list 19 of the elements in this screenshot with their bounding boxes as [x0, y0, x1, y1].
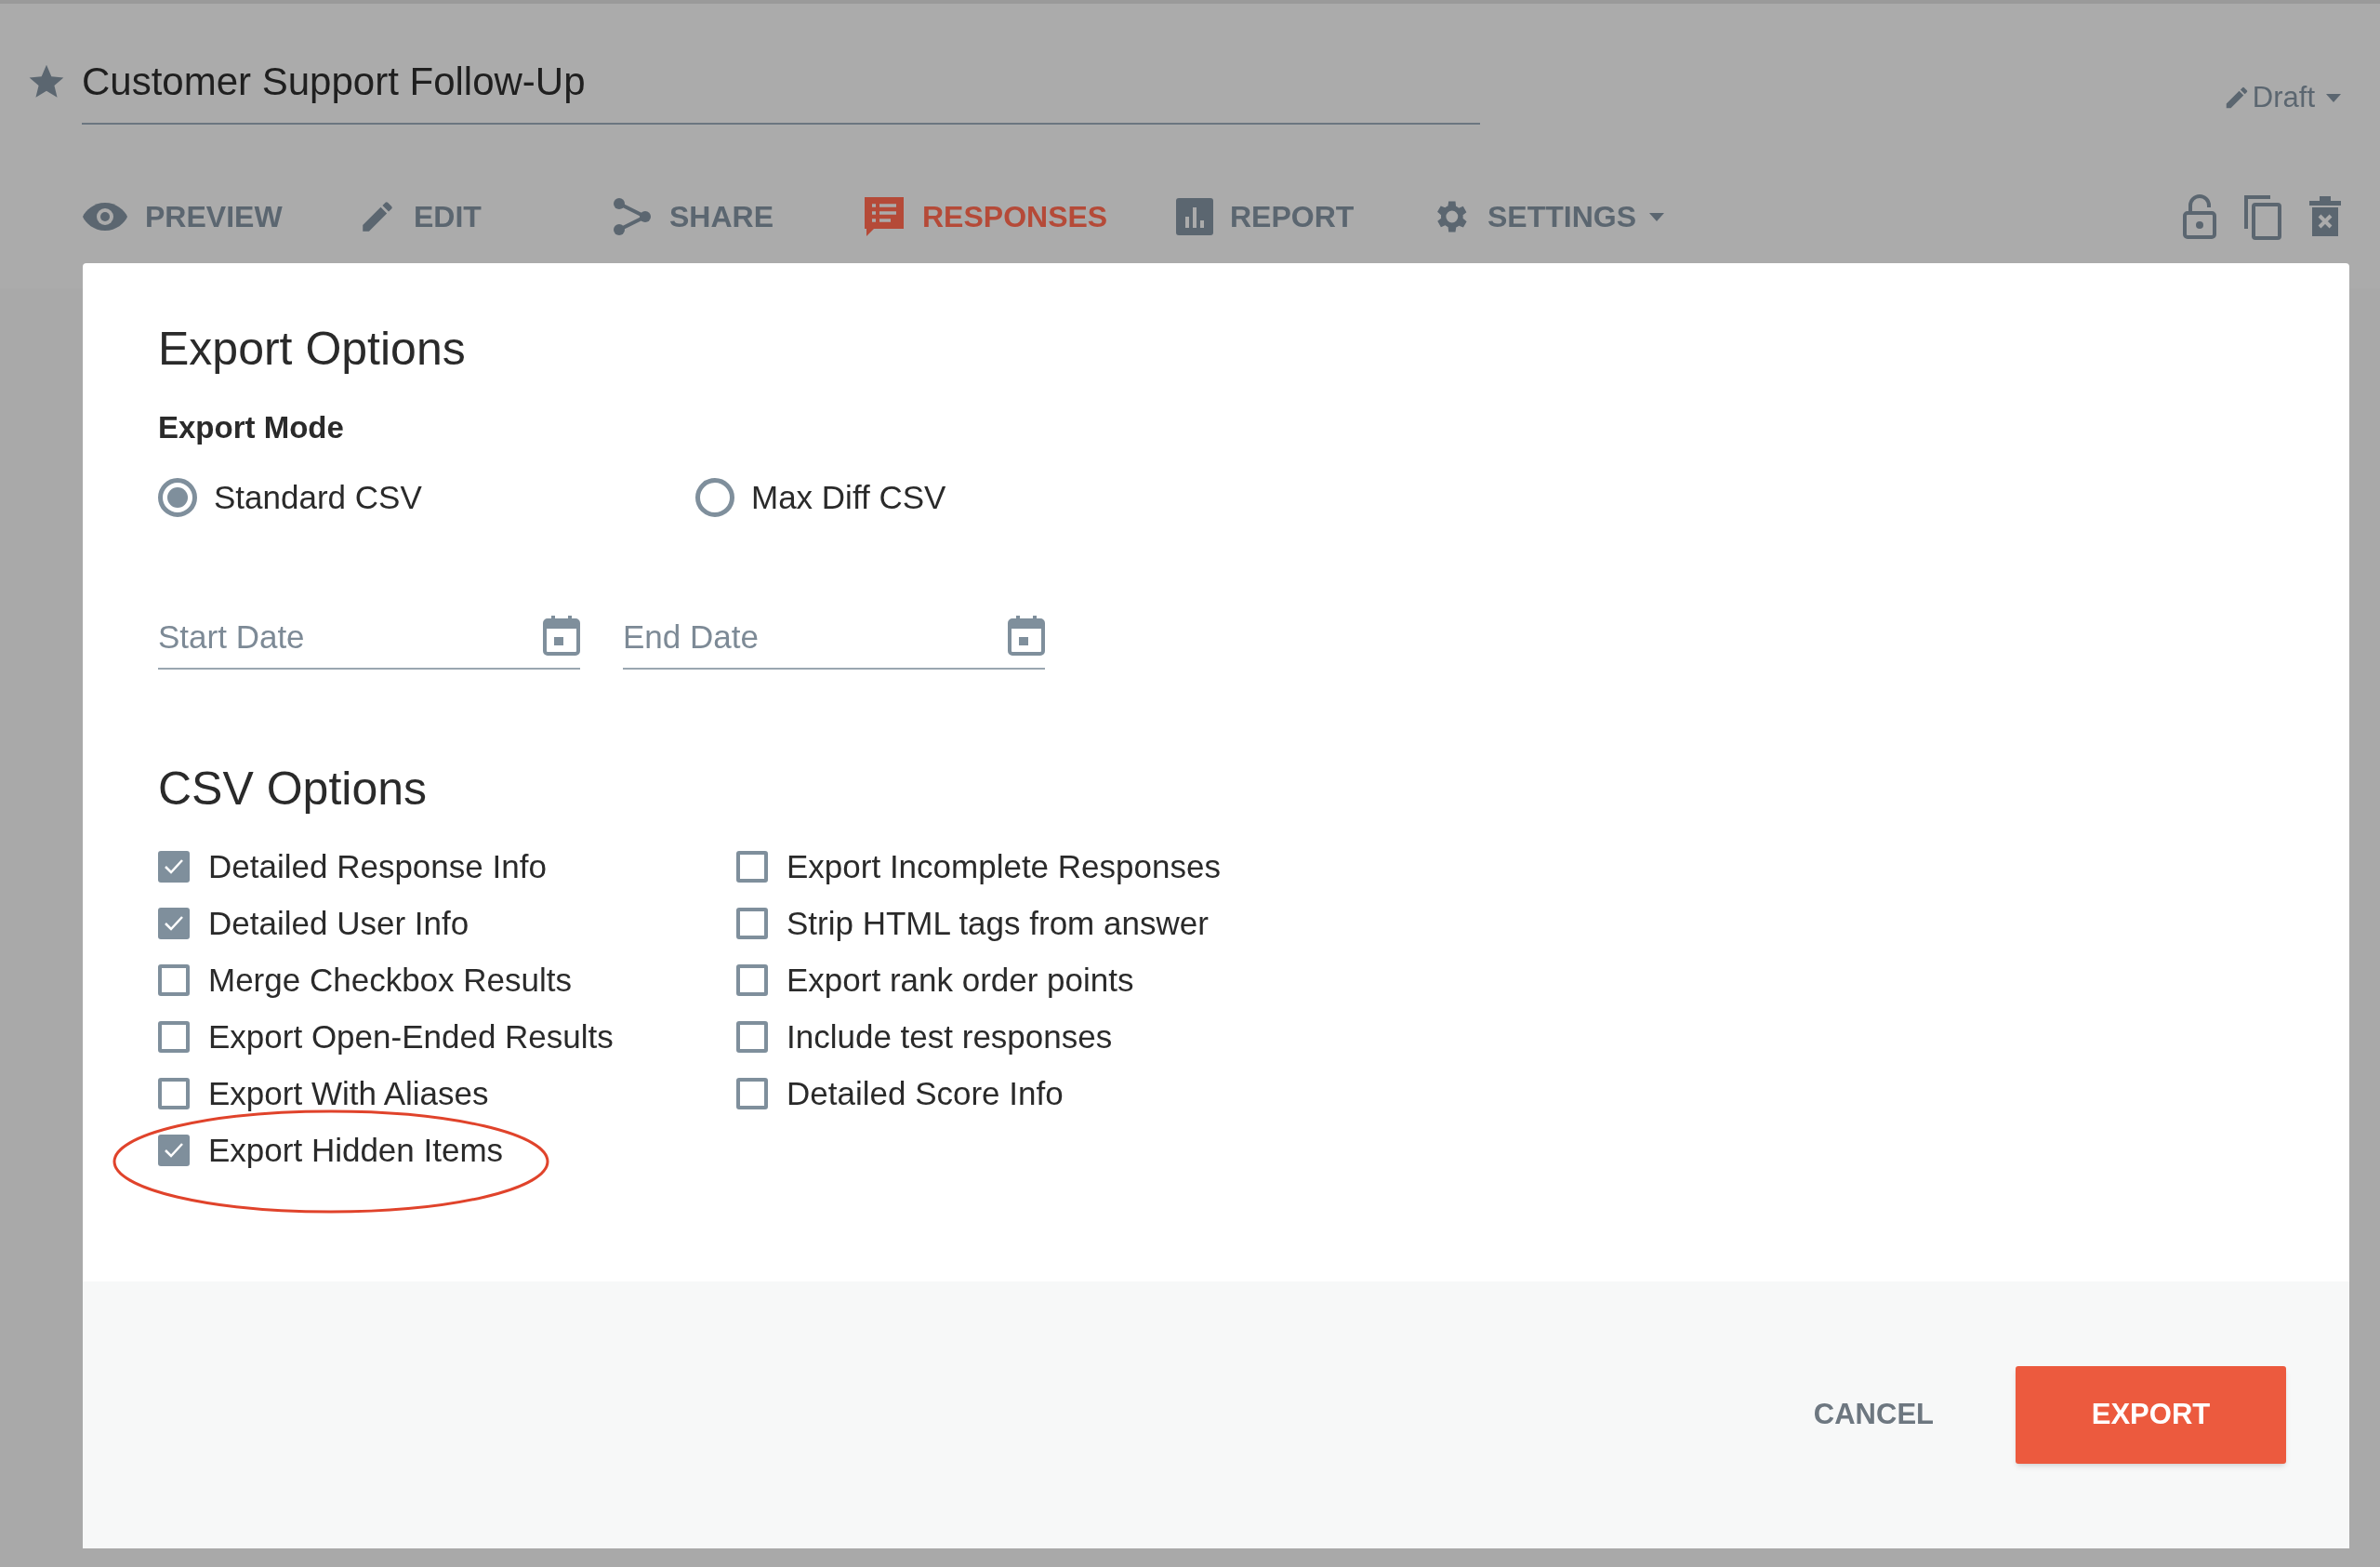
section-title: CSV Options: [158, 761, 428, 817]
checkbox-option[interactable]: Export Open-Ended Results: [158, 1008, 614, 1066]
survey-title[interactable]: Customer Support Follow-Up: [82, 58, 1480, 125]
cancel-button[interactable]: CANCEL: [1805, 1384, 1941, 1446]
checkbox-option[interactable]: Export rank order points: [736, 951, 1134, 1009]
checkbox-option[interactable]: Detailed Score Info: [736, 1065, 1064, 1122]
date-field[interactable]: Start Date: [158, 613, 580, 670]
date-field[interactable]: End Date: [623, 613, 1045, 670]
dialog-title: Export Options: [158, 322, 467, 377]
checkbox-option[interactable]: Export Incomplete Responses: [736, 838, 1221, 896]
checkbox-option[interactable]: Detailed Response Info: [158, 838, 547, 896]
checkbox-option[interactable]: Include test responses: [736, 1008, 1113, 1066]
section-label: Export Mode: [158, 409, 345, 446]
checkbox-option[interactable]: Merge Checkbox Results: [158, 951, 572, 1009]
radio-option[interactable]: Standard CSV: [158, 472, 695, 522]
checkbox-option[interactable]: Detailed User Info: [158, 895, 469, 952]
checkbox-option[interactable]: Export With Aliases: [158, 1065, 489, 1122]
checkbox-option[interactable]: Strip HTML tags from answer: [736, 895, 1209, 952]
radio-option[interactable]: Max Diff CSV: [695, 472, 1233, 522]
